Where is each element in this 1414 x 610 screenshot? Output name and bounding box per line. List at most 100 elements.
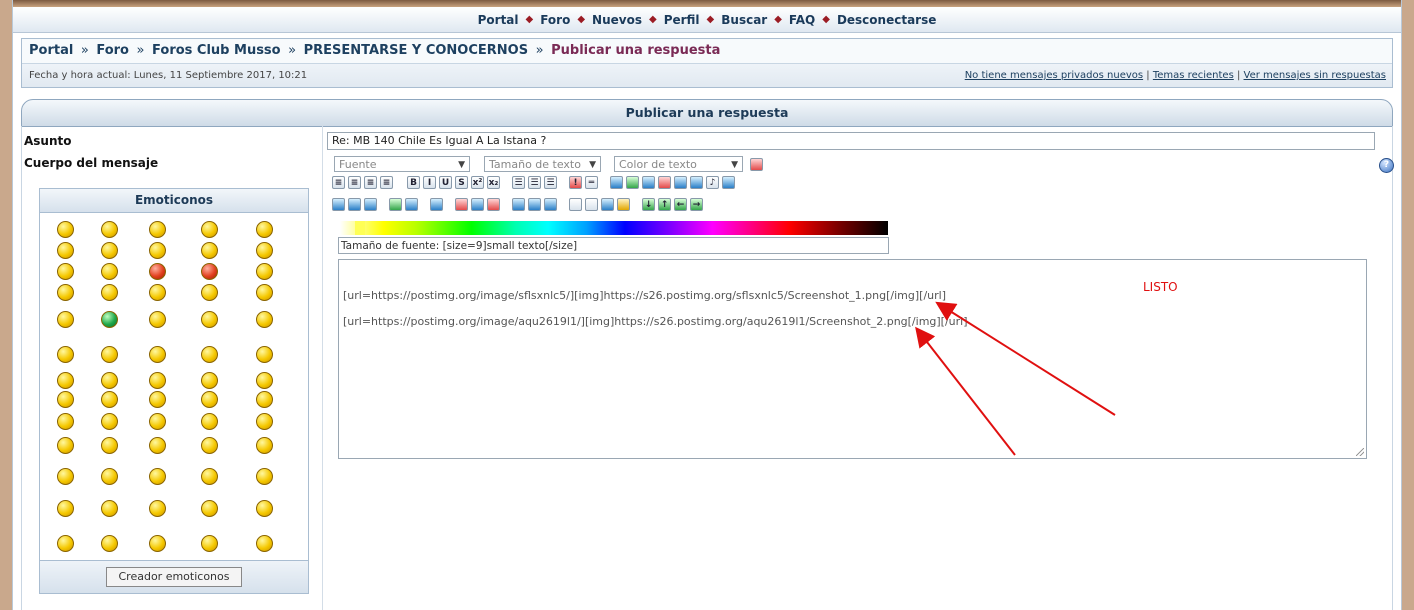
emoticon-icon[interactable] <box>57 284 74 301</box>
emoticon-icon[interactable] <box>101 413 118 430</box>
emoticon-icon[interactable] <box>149 535 166 552</box>
emoticon-icon[interactable] <box>256 413 273 430</box>
emoticon-icon[interactable] <box>201 221 218 238</box>
subscript-button[interactable]: x₂ <box>487 176 500 189</box>
youtube-icon[interactable] <box>658 176 671 189</box>
emoticon-icon[interactable] <box>201 372 218 389</box>
audio-icon[interactable]: ♪ <box>706 176 719 189</box>
emoticon-icon[interactable] <box>256 242 273 259</box>
emoticon-icon[interactable] <box>149 263 166 280</box>
quicktime-icon[interactable] <box>690 176 703 189</box>
help-icon[interactable]: ? <box>1379 158 1394 173</box>
emoticon-icon[interactable] <box>57 437 74 454</box>
emoticon-icon[interactable] <box>256 284 273 301</box>
list-bullet-icon[interactable]: ☰ <box>512 176 525 189</box>
google-video-icon[interactable] <box>642 176 655 189</box>
emoticon-icon[interactable] <box>101 242 118 259</box>
dailymotion-icon[interactable] <box>674 176 687 189</box>
flash-icon[interactable] <box>610 176 623 189</box>
emoticon-icon[interactable] <box>201 284 218 301</box>
emoticon-icon[interactable] <box>57 500 74 517</box>
emoticon-creator-button[interactable]: Creador emoticonos <box>106 567 242 587</box>
image-center-icon[interactable] <box>471 198 484 211</box>
list-number-icon[interactable]: ☰ <box>528 176 541 189</box>
emoticon-icon[interactable] <box>256 311 273 328</box>
quote-icon[interactable] <box>332 198 345 211</box>
align-left-icon[interactable]: ≡ <box>332 176 345 189</box>
email-icon[interactable] <box>405 198 418 211</box>
emoticon-icon[interactable] <box>101 221 118 238</box>
recent-topics-link[interactable]: Temas recientes <box>1153 70 1234 81</box>
size-select[interactable]: Tamaño de texto ▼ <box>484 156 601 172</box>
private-messages-link[interactable]: No tiene mensajes privados nuevos <box>965 70 1143 81</box>
emoticon-icon[interactable] <box>57 263 74 280</box>
superscript-button[interactable]: x² <box>471 176 484 189</box>
emoticon-icon[interactable] <box>149 468 166 485</box>
emoticon-icon[interactable] <box>201 437 218 454</box>
arrow-down-icon[interactable]: ↓ <box>642 198 655 211</box>
underline-button[interactable]: U <box>439 176 452 189</box>
hr-icon[interactable]: ═ <box>585 176 598 189</box>
emoticon-icon[interactable] <box>101 346 118 363</box>
emoticon-icon[interactable] <box>149 284 166 301</box>
table-left-icon[interactable] <box>512 198 525 211</box>
emoticon-icon[interactable] <box>57 346 74 363</box>
nav-foro[interactable]: Foro <box>540 13 570 27</box>
emoticon-icon[interactable] <box>101 311 118 328</box>
emoticon-icon[interactable] <box>256 346 273 363</box>
color-palette-icon[interactable] <box>750 158 763 171</box>
emoticon-icon[interactable] <box>101 468 118 485</box>
code-icon[interactable] <box>348 198 361 211</box>
arrow-right-icon[interactable]: → <box>690 198 703 211</box>
align-center-icon[interactable]: ≡ <box>348 176 361 189</box>
unanswered-link[interactable]: Ver mensajes sin respuestas <box>1244 70 1386 81</box>
align-right-icon[interactable]: ≡ <box>364 176 377 189</box>
emoticon-icon[interactable] <box>101 535 118 552</box>
emoticon-icon[interactable] <box>201 263 218 280</box>
breadcrumb-foros-club-musso[interactable]: Foros Club Musso <box>152 43 281 58</box>
breadcrumb-foro[interactable]: Foro <box>96 43 129 58</box>
emoticon-icon[interactable] <box>57 413 74 430</box>
color-select[interactable]: Color de texto ▼ <box>614 156 743 172</box>
emoticon-icon[interactable] <box>256 372 273 389</box>
emoticon-icon[interactable] <box>201 346 218 363</box>
nav-perfil[interactable]: Perfil <box>664 13 700 27</box>
emoticon-icon[interactable] <box>57 468 74 485</box>
emoticon-icon[interactable] <box>201 391 218 408</box>
warning-icon[interactable]: ! <box>569 176 582 189</box>
color-wheel-icon[interactable] <box>617 198 630 211</box>
emoticon-icon[interactable] <box>149 346 166 363</box>
emoticon-icon[interactable] <box>201 311 218 328</box>
italic-button[interactable]: I <box>423 176 436 189</box>
emoticon-icon[interactable] <box>57 221 74 238</box>
emoticon-icon[interactable] <box>149 437 166 454</box>
emoticon-icon[interactable] <box>201 413 218 430</box>
emoticon-icon[interactable] <box>149 311 166 328</box>
image-icon[interactable] <box>430 198 443 211</box>
emoticon-icon[interactable] <box>256 221 273 238</box>
message-textarea[interactable]: [url=https://postimg.org/image/sflsxnlc5… <box>338 259 1367 459</box>
emoticon-icon[interactable] <box>149 221 166 238</box>
resize-grip-icon[interactable] <box>1356 448 1364 456</box>
table-right-icon[interactable] <box>544 198 557 211</box>
emoticon-icon[interactable] <box>149 391 166 408</box>
nav-faq[interactable]: FAQ <box>789 13 815 27</box>
arrow-up-icon[interactable]: ↑ <box>658 198 671 211</box>
color-gradient-bar[interactable] <box>340 221 888 235</box>
emoticon-icon[interactable] <box>149 372 166 389</box>
nav-buscar[interactable]: Buscar <box>721 13 767 27</box>
emoticon-icon[interactable] <box>256 391 273 408</box>
emoticon-icon[interactable] <box>57 242 74 259</box>
hatch-icon[interactable] <box>585 198 598 211</box>
emoticon-icon[interactable] <box>201 468 218 485</box>
emoticon-icon[interactable] <box>256 500 273 517</box>
emoticon-icon[interactable] <box>101 437 118 454</box>
arrow-left-icon[interactable]: ← <box>674 198 687 211</box>
list-item-icon[interactable]: ☰ <box>544 176 557 189</box>
bold-button[interactable]: B <box>407 176 420 189</box>
align-justify-icon[interactable]: ≡ <box>380 176 393 189</box>
font-select[interactable]: Fuente ▼ <box>334 156 470 172</box>
emoticon-icon[interactable] <box>149 413 166 430</box>
emoticon-icon[interactable] <box>256 437 273 454</box>
emoticon-icon[interactable] <box>101 263 118 280</box>
